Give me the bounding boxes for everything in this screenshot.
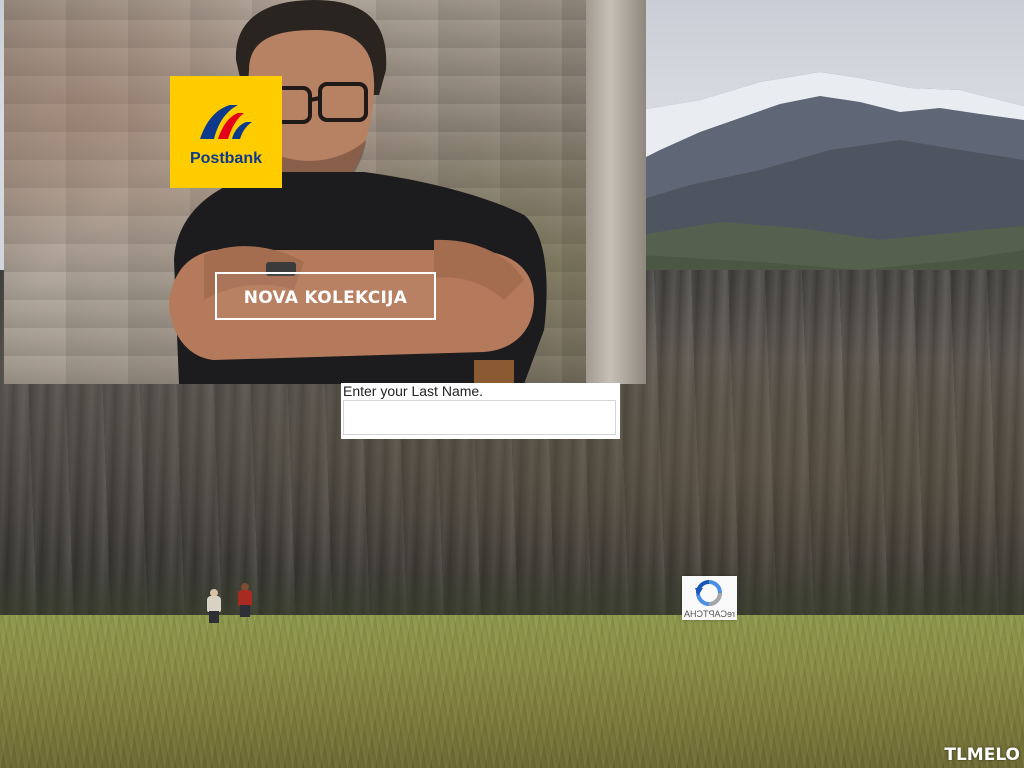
new-collection-button[interactable]: NOVA KOLEKCIJA xyxy=(215,272,436,320)
recaptcha-label: reCAPTCHA xyxy=(684,609,736,619)
promo-banner[interactable]: Postbank NOVA KOLEKCIJA xyxy=(4,0,646,384)
postbank-logo: Postbank xyxy=(170,76,282,188)
postbank-stripes-icon xyxy=(200,105,252,139)
watermark: TLMELO xyxy=(944,745,1020,765)
last-name-form: Enter your Last Name. xyxy=(341,383,620,439)
hiker-figure xyxy=(206,589,222,623)
hiker-figure xyxy=(237,583,253,617)
page-background: TLMELO Postbank NOVA KOLEKCIJA Enter you… xyxy=(0,0,1024,768)
grass-meadow xyxy=(0,615,1024,768)
model-photo xyxy=(169,0,547,384)
last-name-label: Enter your Last Name. xyxy=(343,383,484,399)
recaptcha-icon xyxy=(695,580,722,606)
last-name-input[interactable] xyxy=(343,400,616,435)
postbank-wordmark: Postbank xyxy=(189,150,262,167)
recaptcha-badge[interactable]: reCAPTCHA xyxy=(682,576,737,620)
